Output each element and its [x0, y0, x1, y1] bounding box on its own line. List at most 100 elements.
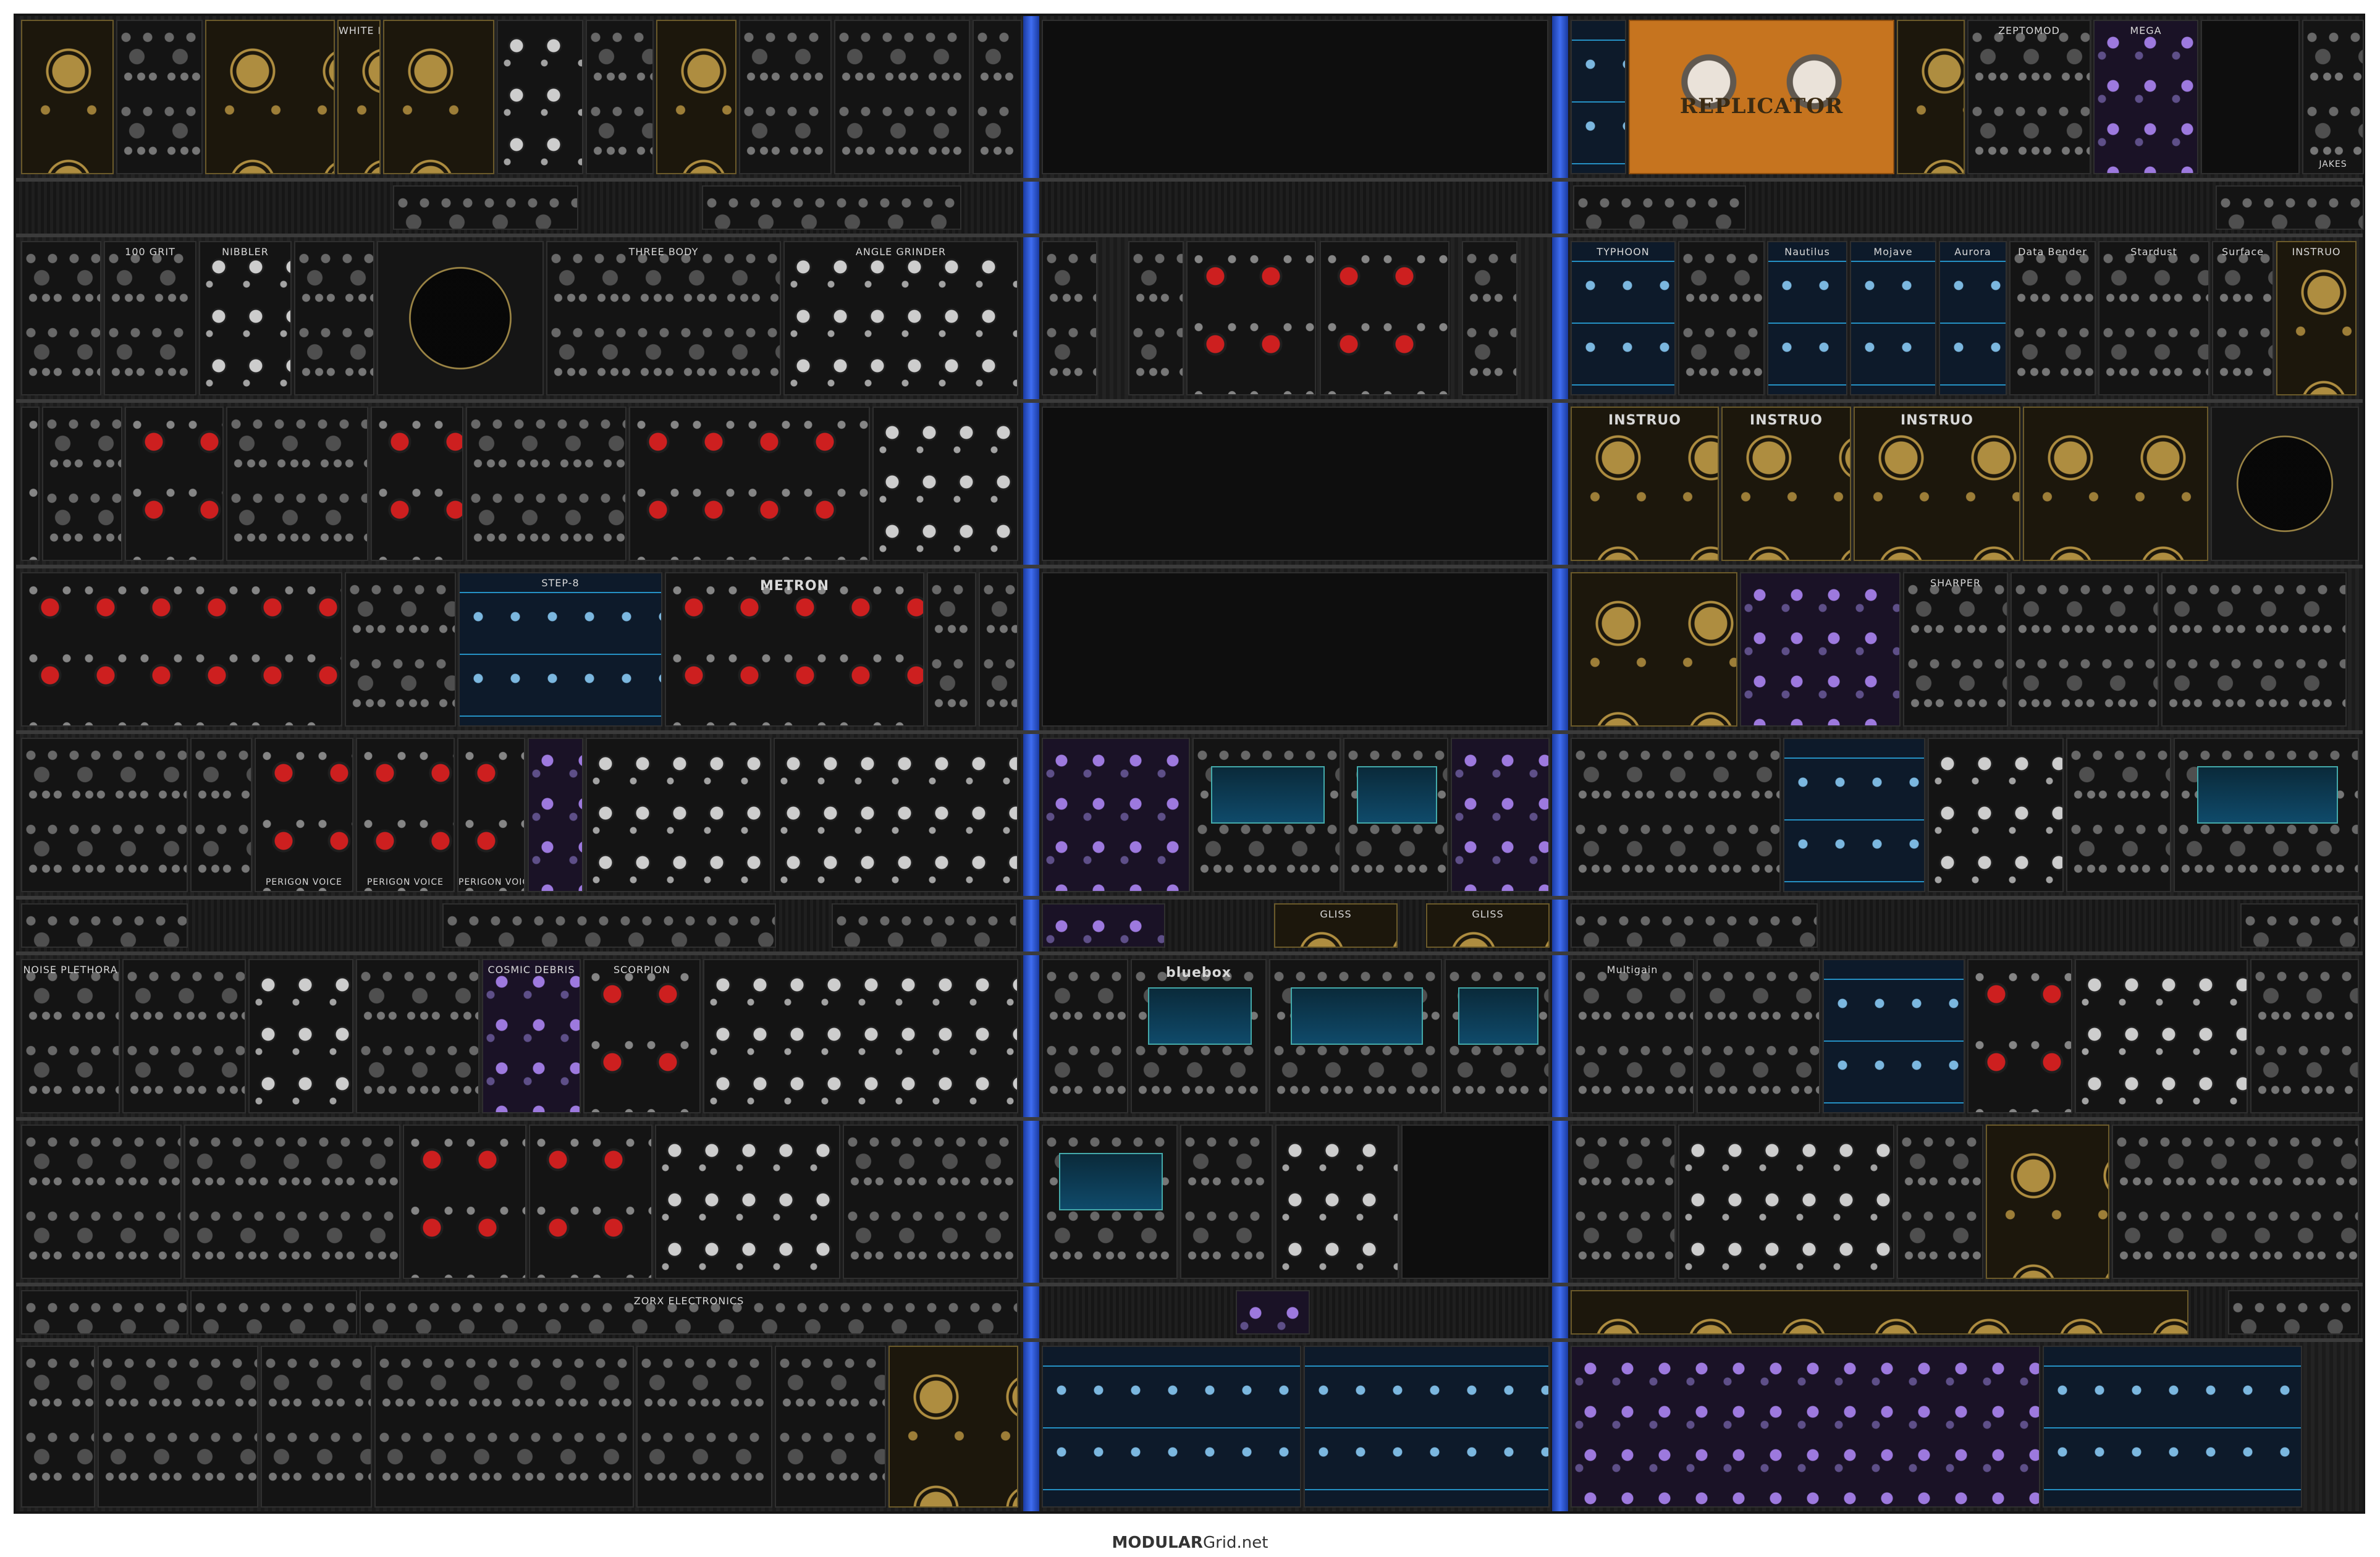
- module[interactable]: [205, 20, 335, 174]
- module[interactable]: [1343, 738, 1448, 892]
- module[interactable]: ZORX ELECTRONICS: [360, 1290, 1018, 1335]
- module[interactable]: STEP-8: [458, 572, 662, 727]
- module[interactable]: [21, 1346, 95, 1508]
- module[interactable]: 100 GRIT: [104, 241, 196, 395]
- module[interactable]: [973, 20, 1022, 174]
- module[interactable]: [655, 1124, 840, 1279]
- module[interactable]: [356, 959, 479, 1113]
- module[interactable]: WHITE RABBIT: [337, 20, 381, 174]
- module[interactable]: [1180, 1124, 1273, 1279]
- footer-brand[interactable]: MODULARGrid.net: [0, 1534, 2380, 1552]
- module[interactable]: Data Bender: [2009, 241, 2096, 395]
- module[interactable]: MEGA: [2093, 20, 2198, 174]
- module[interactable]: [1445, 959, 1550, 1113]
- module[interactable]: GLISS: [1426, 903, 1550, 948]
- module[interactable]: [979, 572, 1018, 727]
- module[interactable]: [122, 959, 246, 1113]
- module[interactable]: [1042, 241, 1097, 395]
- module[interactable]: PERIGON VOICE: [457, 738, 525, 892]
- module[interactable]: [21, 572, 342, 727]
- module[interactable]: [1697, 959, 1820, 1113]
- module[interactable]: Aurora: [1939, 241, 2007, 395]
- module[interactable]: [1236, 1290, 1310, 1335]
- module[interactable]: Stardust: [2098, 241, 2209, 395]
- module[interactable]: [1967, 959, 2072, 1113]
- module[interactable]: [442, 903, 776, 948]
- module[interactable]: [656, 20, 736, 174]
- module[interactable]: bluebox: [1131, 959, 1267, 1113]
- module[interactable]: [1186, 241, 1316, 395]
- module[interactable]: [1042, 959, 1128, 1113]
- module[interactable]: [1571, 572, 1737, 727]
- module[interactable]: [2066, 738, 2171, 892]
- module[interactable]: [21, 407, 40, 561]
- module[interactable]: [843, 1124, 1018, 1279]
- module[interactable]: INSTRUO: [1854, 407, 2020, 561]
- module[interactable]: [1042, 1124, 1178, 1279]
- module[interactable]: [21, 1124, 182, 1279]
- module[interactable]: [21, 738, 188, 892]
- module[interactable]: [2043, 1346, 2302, 1508]
- module[interactable]: [1571, 903, 1818, 948]
- module[interactable]: [1042, 1346, 1301, 1508]
- module[interactable]: [1573, 185, 1746, 230]
- module[interactable]: NIBBLER: [199, 241, 292, 395]
- module[interactable]: [374, 1346, 634, 1508]
- module[interactable]: [184, 1124, 400, 1279]
- module[interactable]: [125, 407, 224, 561]
- module[interactable]: [190, 738, 252, 892]
- module[interactable]: [1783, 738, 1925, 892]
- module[interactable]: SHARPER: [1903, 572, 2008, 727]
- module[interactable]: [1897, 1124, 1983, 1279]
- module[interactable]: [2216, 185, 2364, 230]
- module[interactable]: Nautilus: [1767, 241, 1847, 395]
- module[interactable]: [739, 20, 832, 174]
- module[interactable]: [703, 959, 1018, 1113]
- module[interactable]: [636, 1346, 772, 1508]
- module[interactable]: [383, 20, 494, 174]
- module[interactable]: [1678, 1124, 1894, 1279]
- module[interactable]: [1928, 738, 2064, 892]
- module[interactable]: [377, 241, 544, 395]
- module[interactable]: [629, 407, 870, 561]
- module[interactable]: [2075, 959, 2248, 1113]
- module[interactable]: [1571, 1124, 1676, 1279]
- module[interactable]: [21, 1290, 188, 1335]
- module[interactable]: [832, 903, 1017, 948]
- module[interactable]: JAKES: [2302, 20, 2364, 174]
- module[interactable]: [1678, 241, 1765, 395]
- module[interactable]: [1269, 959, 1442, 1113]
- module[interactable]: [1571, 1346, 2040, 1508]
- module[interactable]: [2240, 903, 2359, 948]
- module[interactable]: [1304, 1346, 1550, 1508]
- module[interactable]: [294, 241, 374, 395]
- module[interactable]: REPLICATOR: [1629, 20, 1894, 174]
- module[interactable]: [345, 572, 456, 727]
- module[interactable]: [774, 738, 1018, 892]
- module[interactable]: [586, 20, 654, 174]
- module[interactable]: [2250, 959, 2359, 1113]
- module[interactable]: [1823, 959, 1965, 1113]
- module[interactable]: ZEPTOMOD: [1967, 20, 2091, 174]
- module[interactable]: [872, 407, 1018, 561]
- module[interactable]: INSTRUO: [2276, 241, 2357, 395]
- module[interactable]: ANGLE GRINDER: [783, 241, 1018, 395]
- module[interactable]: [1451, 738, 1550, 892]
- module[interactable]: [927, 572, 976, 727]
- module[interactable]: [888, 1346, 1018, 1508]
- module[interactable]: GLISS: [1274, 903, 1398, 948]
- module[interactable]: [226, 407, 368, 561]
- module[interactable]: [466, 407, 627, 561]
- module[interactable]: [586, 738, 771, 892]
- module[interactable]: [2161, 572, 2347, 727]
- module[interactable]: [1042, 903, 1165, 948]
- module[interactable]: [1320, 241, 1450, 395]
- module[interactable]: [2211, 407, 2359, 561]
- module[interactable]: [529, 1124, 652, 1279]
- module[interactable]: [528, 738, 583, 892]
- module[interactable]: INSTRUO: [1721, 407, 1851, 561]
- module[interactable]: [2174, 738, 2359, 892]
- module[interactable]: [403, 1124, 526, 1279]
- module[interactable]: [1128, 241, 1184, 395]
- module[interactable]: TYPHOON: [1571, 241, 1676, 395]
